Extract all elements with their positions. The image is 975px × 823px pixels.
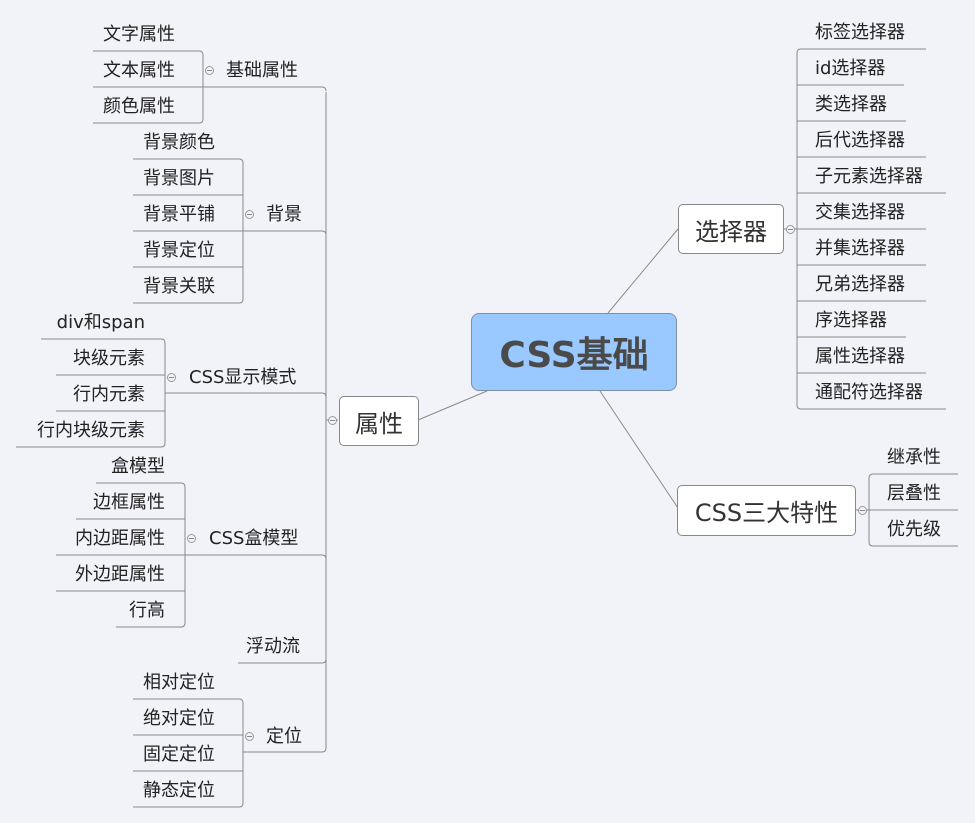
leaf-node[interactable]: 背景图片 <box>143 167 215 191</box>
leaf-node[interactable]: 属性选择器 <box>815 345 905 369</box>
collapse-icon[interactable] <box>245 210 254 219</box>
leaf-node[interactable]: 背景关联 <box>143 275 215 299</box>
group-background[interactable]: 背景 <box>266 203 302 227</box>
leaf-node[interactable]: 行高 <box>129 599 165 623</box>
leaf-node[interactable]: 外边距属性 <box>75 563 165 587</box>
collapse-icon[interactable] <box>858 506 867 515</box>
leaf-node[interactable]: 背景颜色 <box>143 131 215 155</box>
collapse-icon[interactable] <box>786 225 795 234</box>
leaf-node[interactable]: 后代选择器 <box>815 129 905 153</box>
leaf-node[interactable]: 文字属性 <box>103 23 175 47</box>
leaf-node[interactable]: 静态定位 <box>143 779 215 803</box>
leaf-node[interactable]: 并集选择器 <box>815 237 905 261</box>
group-box-model[interactable]: CSS盒模型 <box>209 527 298 551</box>
collapse-icon[interactable] <box>187 534 196 543</box>
collapse-icon[interactable] <box>245 732 254 741</box>
leaf-node[interactable]: 盒模型 <box>111 455 165 479</box>
group-positioning[interactable]: 定位 <box>266 725 302 749</box>
leaf-node[interactable]: 优先级 <box>887 518 941 542</box>
group-float[interactable]: 浮动流 <box>246 635 300 659</box>
connector-root-attributes <box>417 390 488 421</box>
leaf-node[interactable]: 文本属性 <box>103 59 175 83</box>
leaf-node[interactable]: 标签选择器 <box>815 21 905 45</box>
leaf-node[interactable]: 背景定位 <box>143 239 215 263</box>
connector-root-selectors <box>607 228 679 314</box>
leaf-node[interactable]: 边框属性 <box>93 491 165 515</box>
leaf-node[interactable]: 行内元素 <box>73 383 145 407</box>
group-basic-attributes[interactable]: 基础属性 <box>226 59 298 83</box>
leaf-node[interactable]: 序选择器 <box>815 309 887 333</box>
leaf-node[interactable]: 继承性 <box>887 446 941 470</box>
leaf-node[interactable]: 绝对定位 <box>143 707 215 731</box>
leaf-node[interactable]: 类选择器 <box>815 93 887 117</box>
topic-selectors[interactable]: 选择器 <box>678 204 784 254</box>
leaf-node[interactable]: id选择器 <box>815 57 885 81</box>
group-display-mode[interactable]: CSS显示模式 <box>189 366 296 390</box>
leaf-node[interactable]: 内边距属性 <box>75 527 165 551</box>
leaf-node[interactable]: 块级元素 <box>73 347 145 371</box>
connector-root-features <box>599 390 679 509</box>
leaf-node[interactable]: 行内块级元素 <box>37 419 145 443</box>
leaf-node[interactable]: 固定定位 <box>143 743 215 767</box>
leaf-node[interactable]: div和span <box>57 311 145 335</box>
topic-css-features[interactable]: CSS三大特性 <box>677 485 856 536</box>
topic-attributes[interactable]: 属性 <box>339 396 419 446</box>
collapse-icon[interactable] <box>328 416 337 425</box>
root-node[interactable]: CSS基础 <box>471 313 677 391</box>
leaf-node[interactable]: 子元素选择器 <box>815 165 923 189</box>
leaf-node[interactable]: 相对定位 <box>143 671 215 695</box>
leaf-node[interactable]: 层叠性 <box>887 482 941 506</box>
leaf-node[interactable]: 兄弟选择器 <box>815 273 905 297</box>
connector-lines <box>16 48 958 808</box>
leaf-node[interactable]: 背景平铺 <box>143 203 215 227</box>
leaf-node[interactable]: 通配符选择器 <box>815 381 923 405</box>
collapse-icon[interactable] <box>205 66 214 75</box>
leaf-node[interactable]: 颜色属性 <box>103 95 175 119</box>
leaf-node[interactable]: 交集选择器 <box>815 201 905 225</box>
collapse-icon[interactable] <box>167 373 176 382</box>
